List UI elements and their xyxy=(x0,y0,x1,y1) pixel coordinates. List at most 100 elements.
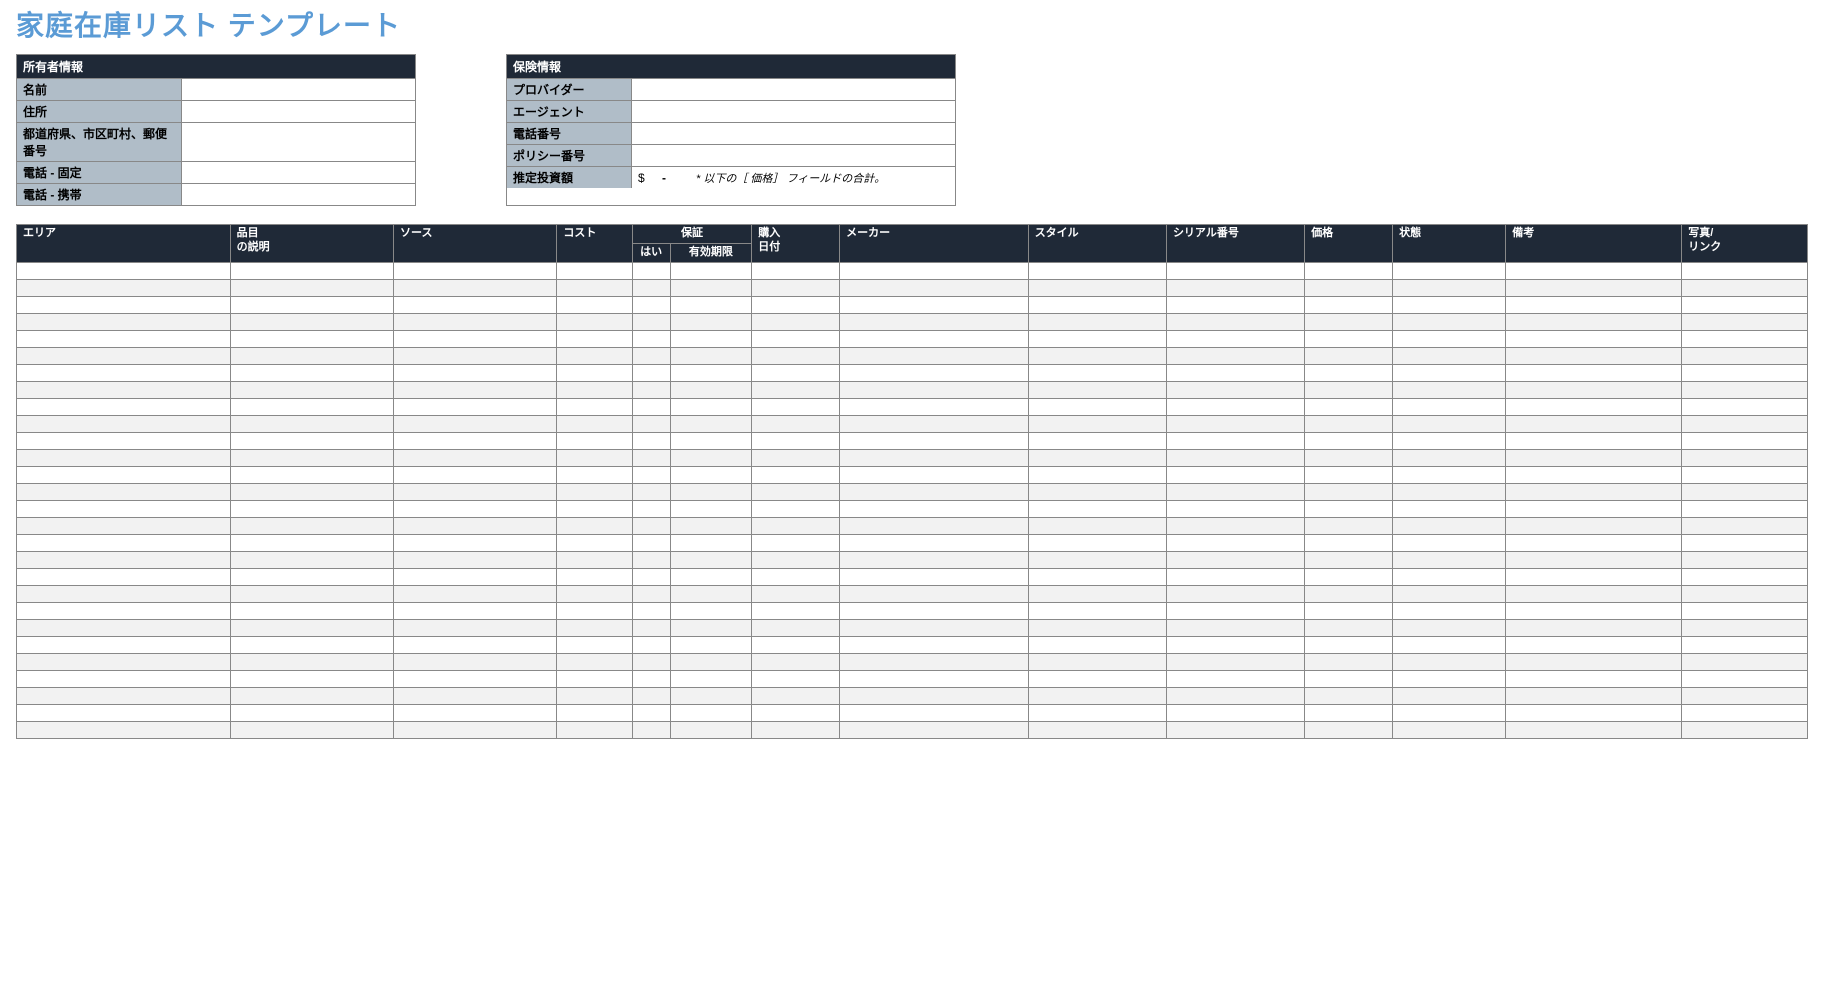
table-cell[interactable] xyxy=(1028,432,1166,449)
table-cell[interactable] xyxy=(752,415,840,432)
table-cell[interactable] xyxy=(1166,279,1304,296)
table-cell[interactable] xyxy=(1305,602,1393,619)
table-cell[interactable] xyxy=(1506,381,1682,398)
table-cell[interactable] xyxy=(230,551,393,568)
table-cell[interactable] xyxy=(1028,262,1166,279)
table-cell[interactable] xyxy=(1506,568,1682,585)
table-cell[interactable] xyxy=(670,517,752,534)
table-cell[interactable] xyxy=(1028,500,1166,517)
table-cell[interactable] xyxy=(17,585,231,602)
table-cell[interactable] xyxy=(1166,704,1304,721)
table-cell[interactable] xyxy=(557,568,632,585)
table-cell[interactable] xyxy=(1166,653,1304,670)
table-cell[interactable] xyxy=(840,517,1029,534)
insurance-value-agent[interactable] xyxy=(632,101,955,122)
table-cell[interactable] xyxy=(394,279,557,296)
table-cell[interactable] xyxy=(1305,500,1393,517)
table-cell[interactable] xyxy=(632,466,670,483)
insurance-value-policy[interactable] xyxy=(632,145,955,166)
table-cell[interactable] xyxy=(1305,466,1393,483)
table-cell[interactable] xyxy=(1305,483,1393,500)
table-cell[interactable] xyxy=(394,500,557,517)
table-cell[interactable] xyxy=(557,381,632,398)
table-cell[interactable] xyxy=(1028,415,1166,432)
table-cell[interactable] xyxy=(1682,704,1808,721)
table-cell[interactable] xyxy=(230,262,393,279)
table-cell[interactable] xyxy=(1393,313,1506,330)
table-cell[interactable] xyxy=(17,347,231,364)
table-cell[interactable] xyxy=(557,415,632,432)
table-cell[interactable] xyxy=(1166,364,1304,381)
table-cell[interactable] xyxy=(1305,670,1393,687)
table-cell[interactable] xyxy=(632,517,670,534)
table-cell[interactable] xyxy=(17,517,231,534)
table-cell[interactable] xyxy=(1166,670,1304,687)
table-cell[interactable] xyxy=(17,619,231,636)
table-cell[interactable] xyxy=(230,704,393,721)
table-cell[interactable] xyxy=(752,296,840,313)
table-cell[interactable] xyxy=(670,704,752,721)
table-cell[interactable] xyxy=(840,449,1029,466)
insurance-value-phone[interactable] xyxy=(632,123,955,144)
table-cell[interactable] xyxy=(752,602,840,619)
table-cell[interactable] xyxy=(840,313,1029,330)
table-cell[interactable] xyxy=(17,296,231,313)
table-cell[interactable] xyxy=(1028,381,1166,398)
table-cell[interactable] xyxy=(1682,670,1808,687)
table-cell[interactable] xyxy=(557,313,632,330)
table-cell[interactable] xyxy=(1305,568,1393,585)
table-cell[interactable] xyxy=(1028,687,1166,704)
table-cell[interactable] xyxy=(1682,500,1808,517)
table-cell[interactable] xyxy=(670,432,752,449)
table-cell[interactable] xyxy=(1305,381,1393,398)
table-cell[interactable] xyxy=(1682,449,1808,466)
table-cell[interactable] xyxy=(1393,347,1506,364)
table-cell[interactable] xyxy=(752,534,840,551)
table-cell[interactable] xyxy=(1682,432,1808,449)
table-cell[interactable] xyxy=(1166,517,1304,534)
table-cell[interactable] xyxy=(632,415,670,432)
table-cell[interactable] xyxy=(557,602,632,619)
table-cell[interactable] xyxy=(840,687,1029,704)
table-cell[interactable] xyxy=(557,483,632,500)
table-cell[interactable] xyxy=(752,398,840,415)
table-cell[interactable] xyxy=(230,483,393,500)
table-cell[interactable] xyxy=(1682,534,1808,551)
table-cell[interactable] xyxy=(230,653,393,670)
table-cell[interactable] xyxy=(752,449,840,466)
table-cell[interactable] xyxy=(1506,517,1682,534)
table-cell[interactable] xyxy=(394,449,557,466)
table-cell[interactable] xyxy=(752,364,840,381)
table-cell[interactable] xyxy=(632,432,670,449)
table-cell[interactable] xyxy=(1506,653,1682,670)
table-cell[interactable] xyxy=(17,551,231,568)
table-cell[interactable] xyxy=(230,619,393,636)
table-cell[interactable] xyxy=(1506,466,1682,483)
table-cell[interactable] xyxy=(752,432,840,449)
table-cell[interactable] xyxy=(557,517,632,534)
table-cell[interactable] xyxy=(840,330,1029,347)
table-cell[interactable] xyxy=(17,636,231,653)
table-cell[interactable] xyxy=(1393,568,1506,585)
table-cell[interactable] xyxy=(394,551,557,568)
table-cell[interactable] xyxy=(632,636,670,653)
table-cell[interactable] xyxy=(394,670,557,687)
table-cell[interactable] xyxy=(1506,398,1682,415)
table-cell[interactable] xyxy=(670,500,752,517)
table-cell[interactable] xyxy=(752,381,840,398)
table-cell[interactable] xyxy=(1393,262,1506,279)
table-cell[interactable] xyxy=(1393,517,1506,534)
table-cell[interactable] xyxy=(670,398,752,415)
table-cell[interactable] xyxy=(1393,721,1506,738)
table-cell[interactable] xyxy=(17,381,231,398)
table-cell[interactable] xyxy=(1393,330,1506,347)
table-cell[interactable] xyxy=(17,483,231,500)
table-cell[interactable] xyxy=(752,313,840,330)
table-cell[interactable] xyxy=(1393,296,1506,313)
table-cell[interactable] xyxy=(840,500,1029,517)
table-cell[interactable] xyxy=(840,551,1029,568)
table-cell[interactable] xyxy=(394,687,557,704)
owner-value-name[interactable] xyxy=(182,79,415,100)
table-cell[interactable] xyxy=(557,262,632,279)
table-cell[interactable] xyxy=(17,449,231,466)
